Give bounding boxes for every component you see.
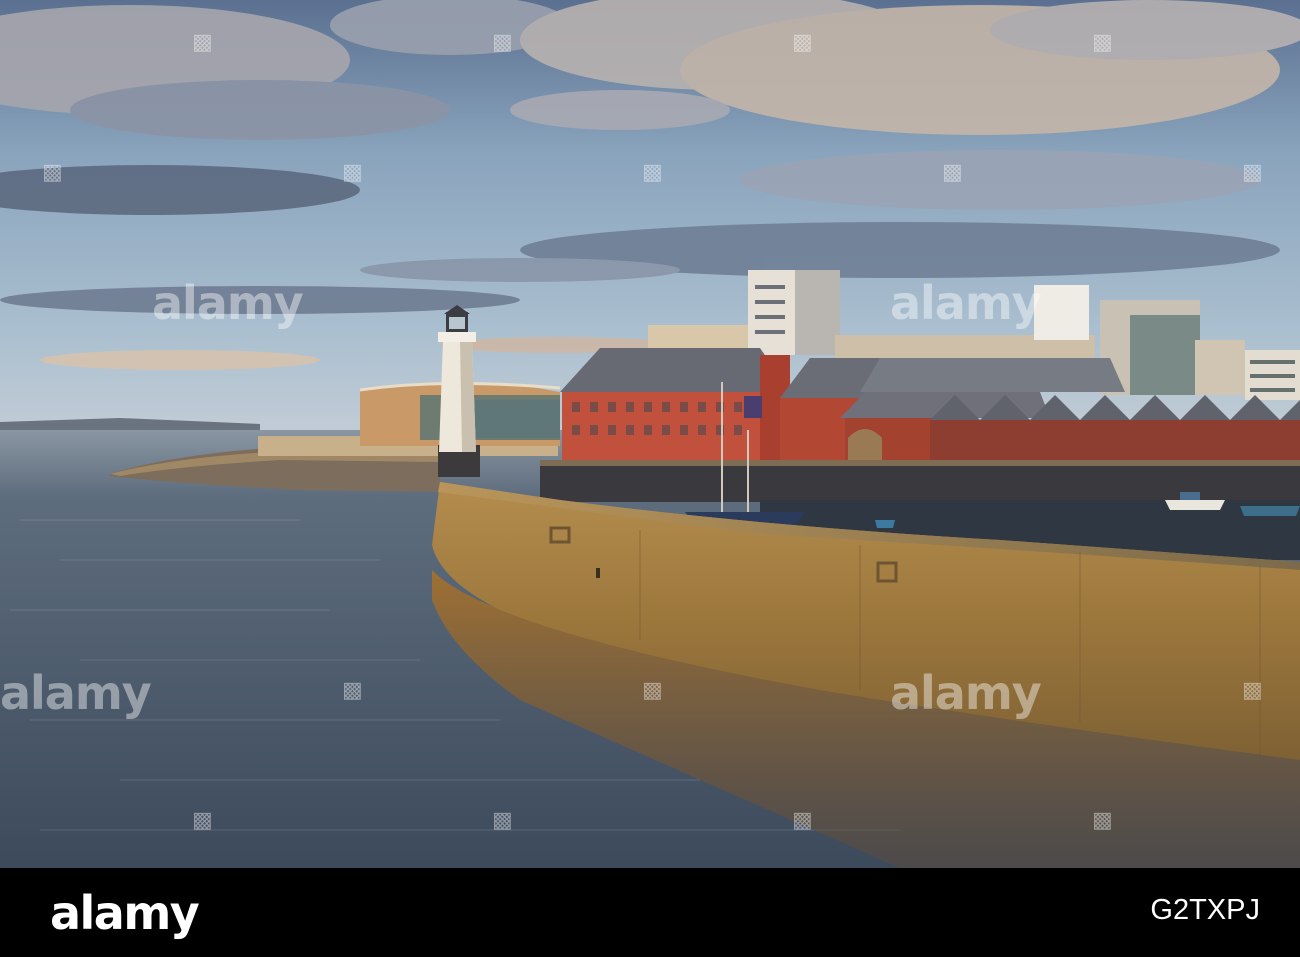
stock-logo[interactable]: alamy — [50, 886, 200, 940]
harbour-photo — [0, 0, 1300, 868]
image-id: G2TXPJ — [1150, 894, 1260, 926]
